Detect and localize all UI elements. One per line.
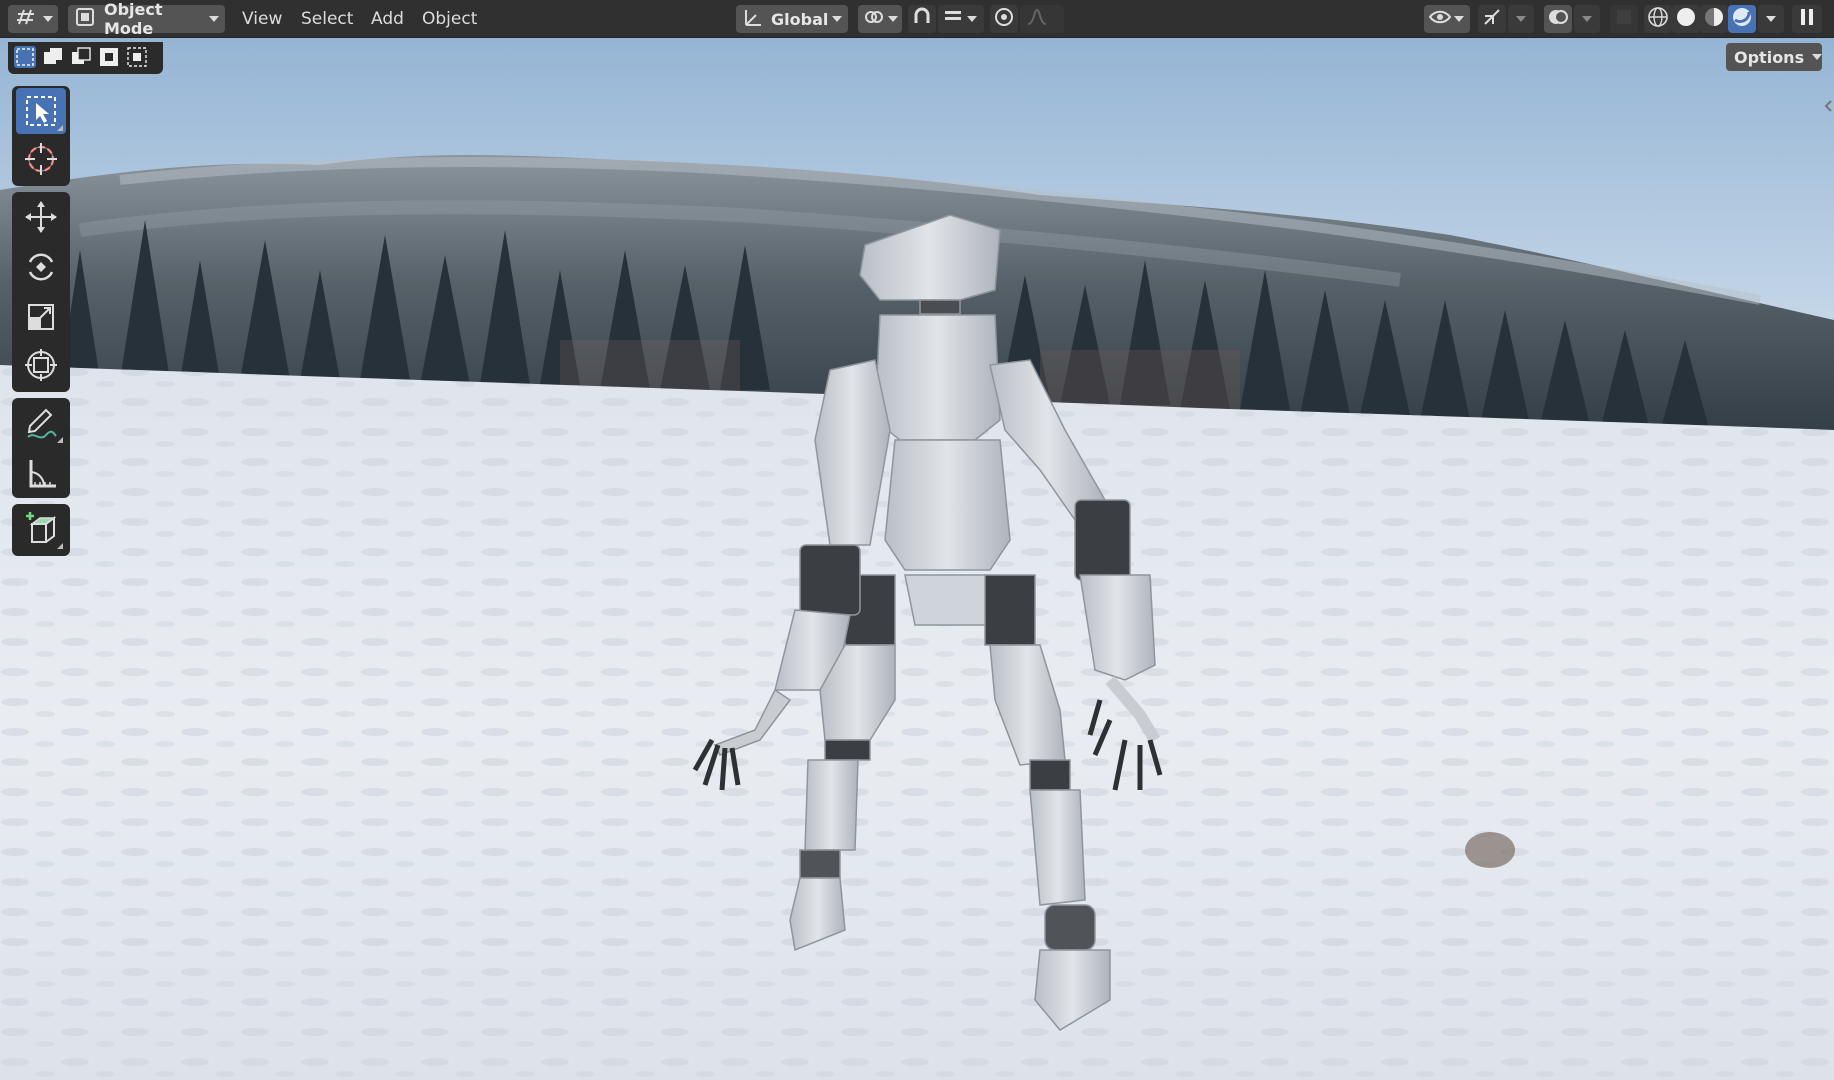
snap-toggle[interactable] (908, 5, 936, 33)
measure-ruler-icon (29, 460, 56, 488)
select-invert-icon (100, 48, 118, 66)
toolbar-group-add (12, 504, 70, 556)
select-intersect-button[interactable] (126, 46, 148, 68)
chevron-left-icon (1824, 100, 1832, 112)
chevron-down-icon (43, 16, 53, 22)
xray-icon (1615, 8, 1633, 31)
gizmo-icon (1481, 6, 1503, 33)
selection-mode-group (8, 42, 163, 74)
toolbar-group-select (12, 86, 70, 186)
options-label: Options (1734, 47, 1805, 67)
tool-add-cube[interactable] (16, 506, 66, 552)
chevron-down-icon (1454, 16, 1464, 22)
tool-measure[interactable] (16, 450, 66, 496)
overlays-icon (1547, 6, 1569, 33)
menu-view[interactable]: View (234, 6, 290, 32)
sidebar-toggle-handle[interactable] (1822, 98, 1834, 114)
snap-magnet-icon (911, 6, 933, 33)
proportional-edit-icon (994, 7, 1014, 32)
material-sphere-icon (1703, 6, 1725, 33)
menu-object[interactable]: Object (414, 6, 485, 32)
menu-add[interactable]: Add (363, 6, 412, 32)
eye-icon (1428, 7, 1452, 32)
chevron-down-icon (1516, 16, 1526, 22)
xray-toggle[interactable] (1610, 5, 1638, 33)
chevron-down-icon (209, 16, 219, 22)
wireframe-sphere-icon (1647, 6, 1669, 33)
add-cube-icon (26, 512, 57, 543)
3d-viewport-icon (16, 7, 38, 32)
shading-solid-button[interactable] (1672, 5, 1700, 33)
chevron-down-icon (1766, 16, 1776, 22)
shading-dropdown[interactable] (1758, 5, 1784, 33)
snap-increment-icon (943, 7, 963, 32)
pivot-point-icon (863, 6, 885, 33)
tool-scale[interactable] (16, 294, 66, 340)
annotate-pencil-icon (27, 408, 57, 439)
select-extend-button[interactable] (42, 46, 64, 68)
pause-icon (1800, 8, 1814, 31)
orientation-axes-icon (742, 6, 764, 33)
options-dropdown[interactable]: Options (1726, 43, 1823, 71)
transform-icon (25, 349, 57, 381)
select-subtract-button[interactable] (70, 46, 92, 68)
tool-cursor[interactable] (16, 136, 66, 182)
select-new-icon (16, 48, 34, 66)
mode-label: Object Mode (104, 0, 163, 38)
gizmo-dropdown[interactable] (1508, 5, 1534, 33)
rotate-icon (28, 253, 54, 281)
select-invert-button[interactable] (98, 46, 120, 68)
overlays-toggle[interactable] (1544, 5, 1572, 33)
pivot-point-dropdown[interactable] (858, 5, 902, 33)
tool-annotate[interactable] (16, 400, 66, 446)
visibility-dropdown[interactable] (1424, 5, 1470, 33)
tool-rotate[interactable] (16, 244, 66, 290)
select-extend-icon (44, 48, 62, 64)
chevron-down-icon (1812, 54, 1823, 60)
select-subtract-icon (72, 47, 91, 64)
orientation-label: Global (771, 9, 829, 29)
snap-target-dropdown[interactable] (938, 5, 984, 33)
object-mode-icon (74, 6, 96, 33)
solid-sphere-icon (1675, 6, 1697, 33)
proportional-edit-toggle[interactable] (990, 5, 1018, 33)
editor-type-button[interactable] (8, 5, 58, 33)
tool-select-box[interactable] (16, 88, 66, 134)
chevron-down-icon (888, 16, 898, 22)
rendered-sphere-icon (1731, 6, 1753, 33)
shading-rendered-button[interactable] (1728, 5, 1756, 33)
toolbar-group-annotate (12, 398, 70, 498)
menu-select[interactable]: Select (293, 6, 361, 32)
select-box-icon (26, 96, 56, 126)
viewport-scene (0, 0, 1834, 1080)
pause-render-button[interactable] (1792, 5, 1822, 33)
overlays-dropdown[interactable] (1574, 5, 1600, 33)
cursor-icon (25, 143, 57, 175)
select-new-button[interactable] (14, 46, 36, 68)
shading-wireframe-button[interactable] (1644, 5, 1672, 33)
tool-transform[interactable] (16, 342, 66, 388)
chevron-down-icon (1582, 16, 1592, 22)
tool-move[interactable] (16, 194, 66, 240)
chevron-down-icon (967, 16, 977, 22)
falloff-curve-icon (1026, 8, 1048, 31)
move-icon (25, 201, 57, 233)
scale-icon (28, 304, 54, 330)
chevron-down-icon (832, 16, 842, 22)
object-mode-dropdown[interactable]: Object Mode (68, 0, 225, 38)
viewport-header: Object Mode View Select Add Object Globa… (0, 0, 1834, 38)
proportional-falloff-dropdown[interactable] (1020, 5, 1064, 33)
shading-material-button[interactable] (1700, 5, 1728, 33)
select-intersect-icon (127, 47, 147, 67)
transform-orientation-dropdown[interactable]: Global (736, 5, 848, 33)
3d-viewport[interactable] (0, 0, 1834, 1080)
gizmo-toggle[interactable] (1478, 5, 1506, 33)
toolbar-group-transform (12, 192, 70, 392)
